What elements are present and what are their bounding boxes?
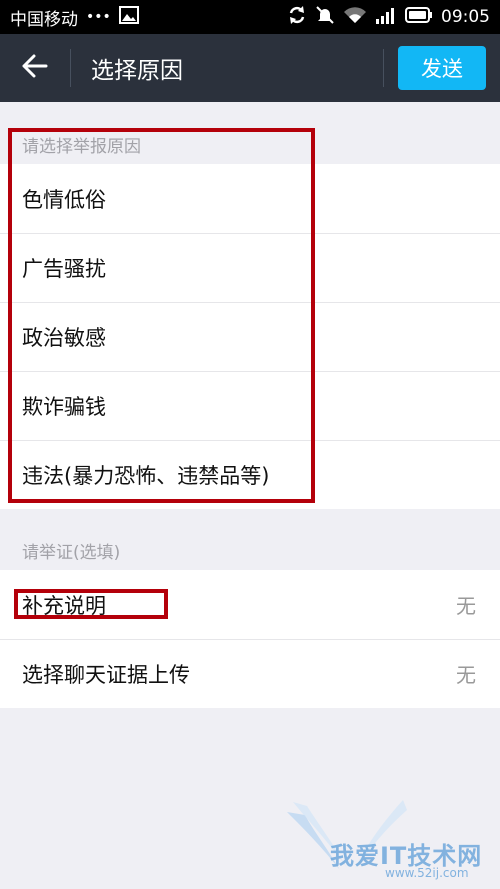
header-divider	[70, 49, 71, 87]
arrow-left-icon	[22, 54, 48, 82]
image-icon	[118, 5, 139, 29]
wifi-icon	[343, 6, 367, 29]
carrier-name: 中国移动	[10, 9, 78, 30]
watermark-url: www.52ij.com	[385, 866, 469, 880]
section-label-evidence: 请举证(选填)	[22, 543, 121, 563]
highlight-box-reasons	[8, 128, 315, 503]
sync-icon	[287, 5, 307, 30]
send-button[interactable]: 发送	[398, 46, 486, 90]
evidence-item-value: 无	[456, 594, 476, 618]
notification-dots: •••	[86, 9, 111, 25]
header-divider	[383, 49, 384, 87]
battery-icon	[405, 6, 433, 28]
evidence-item[interactable]: 选择聊天证据上传 无	[0, 639, 500, 708]
site-watermark: 我爱IT技术网 www.52ij.com	[285, 790, 495, 885]
clock: 09:05	[441, 7, 490, 27]
status-bar: 中国移动 ••• 09:05	[0, 0, 500, 34]
evidence-item-value: 无	[456, 663, 476, 687]
back-button[interactable]	[0, 34, 70, 102]
highlight-box-supplement	[14, 589, 168, 619]
title-bar: 选择原因 发送	[0, 34, 500, 102]
page-title: 选择原因	[91, 58, 183, 84]
evidence-item-label: 选择聊天证据上传	[22, 662, 190, 687]
mute-icon	[315, 5, 335, 30]
signal-icon	[375, 6, 397, 29]
